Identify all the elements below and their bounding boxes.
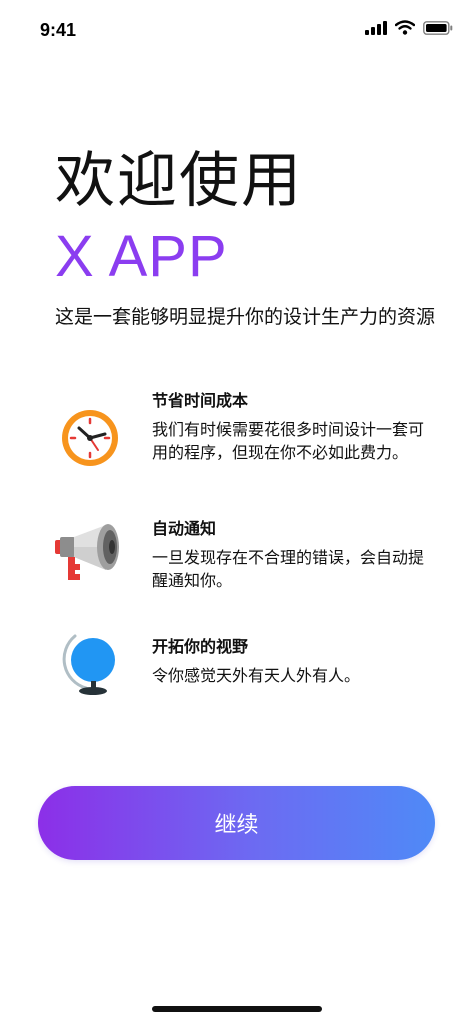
wifi-icon — [394, 20, 416, 39]
welcome-title: 欢迎使用 — [55, 146, 303, 216]
clock-icon — [50, 398, 130, 478]
feature-auto-notify: 自动通知 一旦发现存在不合理的错误，会自动提醒通知你。 — [0, 518, 473, 608]
battery-icon — [423, 20, 453, 39]
megaphone-icon — [50, 520, 130, 600]
feature-description: 我们有时候需要花很多时间设计一套可用的程序，但现在你不必如此费力。 — [152, 420, 425, 462]
feature-title: 自动通知 — [152, 519, 217, 538]
continue-button[interactable]: 继续 — [38, 786, 435, 860]
feature-title: 节省时间成本 — [152, 391, 249, 410]
intro-text: 这是一套能够明显提升你的设计生产力的资源 — [55, 306, 436, 328]
globe-icon — [50, 622, 130, 702]
continue-label: 继续 — [214, 813, 259, 838]
signal-icon — [365, 20, 387, 39]
app-name: X APP — [55, 224, 228, 289]
feature-title: 开拓你的视野 — [152, 637, 249, 656]
home-indicator[interactable] — [152, 1006, 322, 1012]
status-icons — [365, 20, 453, 39]
status-time: 9:41 — [40, 20, 77, 40]
feature-broaden-horizons: 开拓你的视野 令你感觉天外有天人外有人。 — [0, 634, 473, 716]
feature-save-time: 节省时间成本 我们有时候需要花很多时间设计一套可用的程序，但现在你不必如此费力。 — [0, 390, 473, 500]
status-bar: 9:41 — [0, 0, 473, 62]
feature-description: 一旦发现存在不合理的错误，会自动提醒通知你。 — [152, 548, 425, 590]
feature-description: 令你感觉天外有天人外有人。 — [152, 666, 361, 685]
